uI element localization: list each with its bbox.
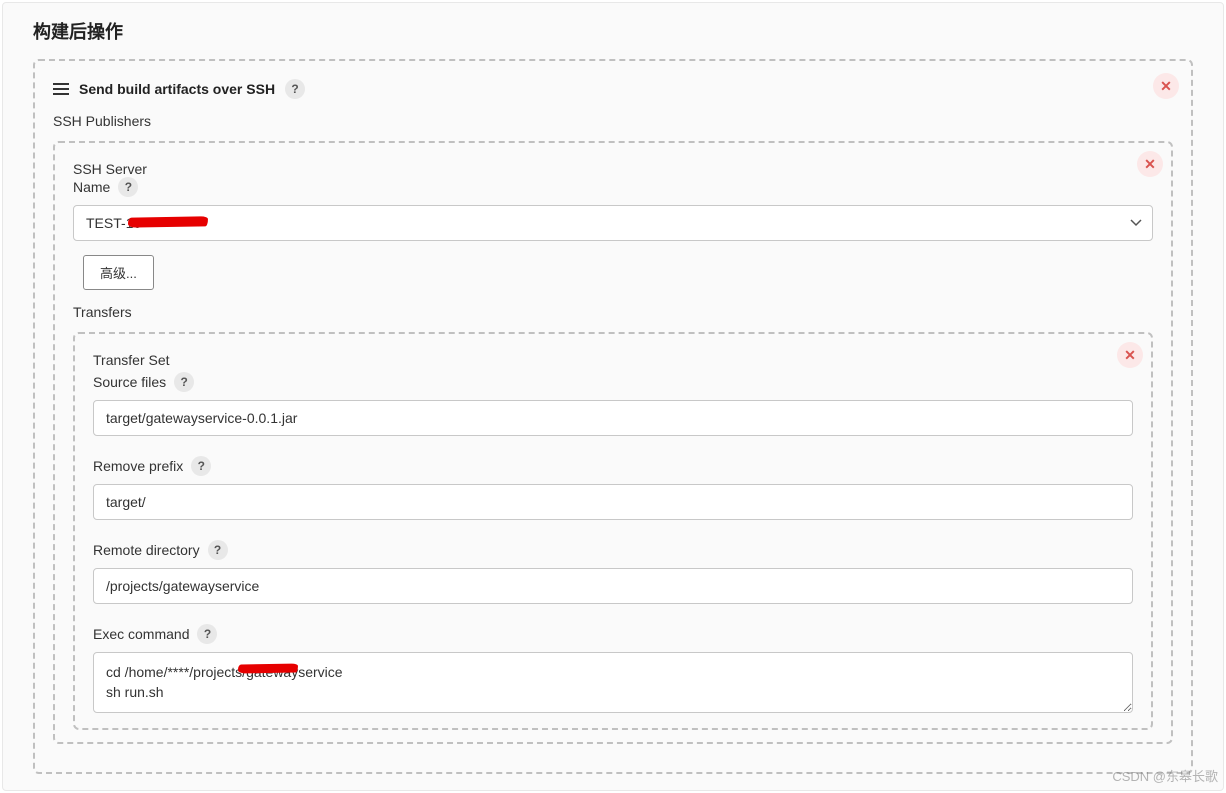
close-server-button[interactable]: ✕ bbox=[1137, 151, 1163, 177]
close-transfer-button[interactable]: ✕ bbox=[1117, 342, 1143, 368]
drag-handle-icon[interactable] bbox=[53, 83, 69, 95]
exec-command-textarea[interactable] bbox=[93, 652, 1133, 713]
remote-dir-help-icon[interactable]: ? bbox=[208, 540, 228, 560]
source-files-label: Source files bbox=[93, 374, 166, 390]
transfer-set-label: Transfer Set bbox=[93, 352, 1133, 368]
source-files-help-icon[interactable]: ? bbox=[174, 372, 194, 392]
ssh-server-panel: ✕ SSH Server Name ? TEST-10 高级... Transf… bbox=[53, 141, 1173, 744]
ssh-publishers-label: SSH Publishers bbox=[53, 113, 1173, 129]
ssh-panel: ✕ Send build artifacts over SSH ? SSH Pu… bbox=[33, 59, 1193, 774]
remove-prefix-help-icon[interactable]: ? bbox=[191, 456, 211, 476]
transfers-label: Transfers bbox=[73, 304, 1153, 320]
source-files-input[interactable] bbox=[93, 400, 1133, 436]
remove-prefix-label: Remove prefix bbox=[93, 458, 183, 474]
ssh-name-help-icon[interactable]: ? bbox=[118, 177, 138, 197]
advanced-button[interactable]: 高级... bbox=[83, 255, 154, 290]
ssh-server-label: SSH Server bbox=[73, 161, 1153, 177]
panel-help-icon[interactable]: ? bbox=[285, 79, 305, 99]
section-title: 构建后操作 bbox=[33, 3, 1193, 59]
exec-command-help-icon[interactable]: ? bbox=[197, 624, 217, 644]
transfer-set-panel: ✕ Transfer Set Source files ? Remove pre… bbox=[73, 332, 1153, 730]
remove-prefix-input[interactable] bbox=[93, 484, 1133, 520]
ssh-name-label: Name bbox=[73, 179, 110, 195]
exec-command-label: Exec command bbox=[93, 626, 189, 642]
close-ssh-panel-button[interactable]: ✕ bbox=[1153, 73, 1179, 99]
panel-title: Send build artifacts over SSH bbox=[79, 81, 275, 97]
remote-dir-input[interactable] bbox=[93, 568, 1133, 604]
ssh-server-select[interactable]: TEST-10 bbox=[73, 205, 1153, 241]
remote-dir-label: Remote directory bbox=[93, 542, 200, 558]
